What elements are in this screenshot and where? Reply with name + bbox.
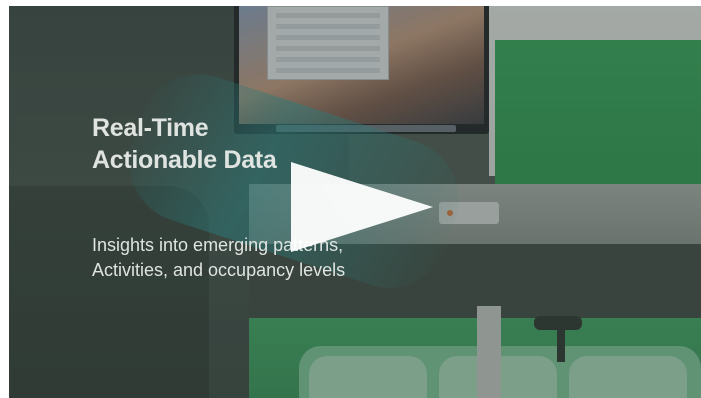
play-icon <box>291 162 433 252</box>
play-button[interactable] <box>277 162 437 252</box>
headline-line-2: Actionable Data <box>92 146 277 174</box>
headline-line-1: Real-Time <box>92 114 209 142</box>
video-headline: Real-Time Actionable Data <box>92 112 277 176</box>
subtitle-line-2: Activities, and occupancy levels <box>92 260 346 280</box>
video-player[interactable]: Real-Time Actionable Data Insights into … <box>9 6 701 398</box>
